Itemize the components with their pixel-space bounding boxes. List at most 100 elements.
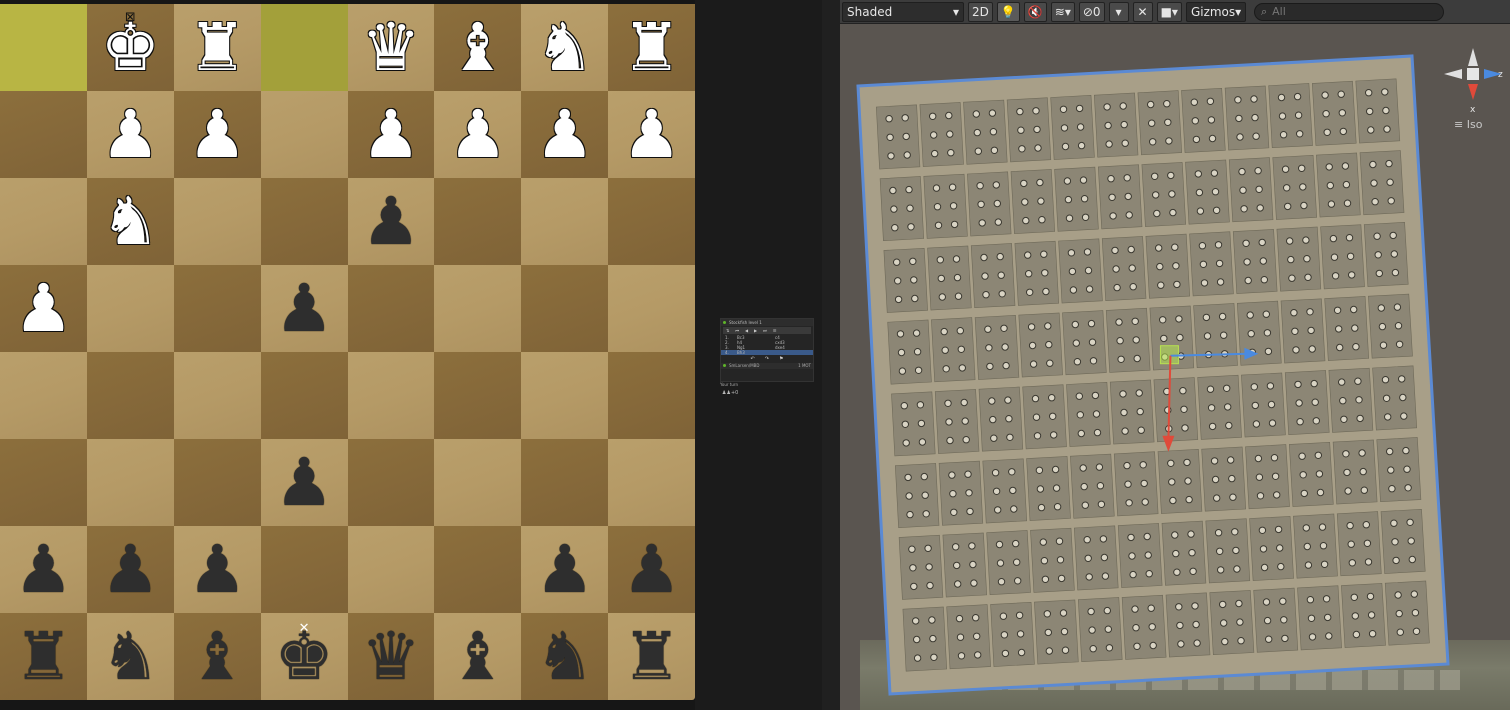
scene-piece[interactable] — [1242, 239, 1250, 248]
scene-piece[interactable] — [1371, 198, 1379, 206]
scene-piece[interactable] — [1254, 167, 1262, 175]
board-square[interactable]: ♜ — [0, 613, 87, 700]
scene-piece[interactable] — [1324, 613, 1332, 622]
scene-tile[interactable] — [1073, 525, 1119, 591]
scene-piece[interactable] — [1252, 420, 1261, 428]
scene-piece[interactable] — [1251, 113, 1259, 122]
scene-piece[interactable] — [901, 114, 909, 122]
scene-piece[interactable] — [930, 653, 938, 661]
scene-piece[interactable] — [1072, 339, 1081, 347]
scene-piece[interactable] — [1172, 262, 1180, 270]
scene-piece[interactable] — [1001, 649, 1010, 658]
scene-piece[interactable] — [1147, 100, 1155, 109]
white-rook-icon[interactable]: ♜ — [188, 14, 247, 81]
scene-piece[interactable] — [1041, 269, 1049, 277]
scene-tile[interactable] — [1193, 303, 1238, 369]
scene-piece[interactable] — [1360, 486, 1368, 494]
board-square[interactable]: ♟ — [260, 439, 348, 526]
scene-piece[interactable] — [1069, 286, 1078, 294]
scene-piece[interactable] — [982, 291, 990, 299]
scene-piece[interactable] — [1363, 539, 1372, 547]
scene-piece[interactable] — [909, 564, 917, 572]
scene-piece[interactable] — [1036, 178, 1044, 187]
scene-tile[interactable] — [891, 391, 936, 457]
board-square[interactable] — [260, 4, 348, 91]
scene-tile[interactable] — [1066, 381, 1111, 447]
scene-piece[interactable] — [1281, 165, 1290, 173]
scene-piece[interactable] — [1000, 324, 1008, 332]
scene-tile[interactable] — [990, 601, 1035, 667]
scene-piece[interactable] — [912, 617, 920, 625]
scene-piece[interactable] — [1236, 133, 1244, 141]
board-square[interactable]: ♞ — [86, 178, 174, 265]
board-square[interactable]: ♟ — [86, 91, 174, 178]
scene-piece[interactable] — [1210, 457, 1219, 465]
board-square[interactable]: ♜ — [173, 4, 261, 91]
black-pawn-icon[interactable]: ♟ — [274, 275, 333, 342]
scene-tile[interactable] — [1014, 240, 1060, 306]
scene-piece[interactable] — [1188, 549, 1196, 557]
scene-piece[interactable] — [1243, 258, 1251, 266]
scene-piece[interactable] — [1036, 485, 1045, 493]
scene-piece[interactable] — [1238, 167, 1246, 176]
scene-piece[interactable] — [1244, 276, 1252, 285]
scene-piece[interactable] — [1342, 450, 1350, 458]
scene-piece[interactable] — [1144, 551, 1152, 559]
scene-piece[interactable] — [1179, 387, 1187, 395]
white-pawn-icon[interactable]: ♟ — [14, 275, 73, 342]
scene-piece[interactable] — [1315, 470, 1324, 478]
scene-piece[interactable] — [1132, 336, 1140, 344]
scene-piece[interactable] — [1043, 610, 1052, 618]
scene-piece[interactable] — [1089, 645, 1097, 653]
scene-piece[interactable] — [1077, 429, 1086, 438]
scene-piece[interactable] — [1021, 198, 1029, 206]
scene-piece[interactable] — [1115, 318, 1123, 326]
scene-piece[interactable] — [955, 614, 964, 623]
scene-tile[interactable] — [938, 460, 984, 526]
scene-piece[interactable] — [1040, 557, 1049, 565]
scene-tile[interactable] — [1372, 365, 1418, 431]
scene-piece[interactable] — [1175, 315, 1183, 323]
scene-piece[interactable] — [1120, 120, 1128, 129]
scene-piece[interactable] — [1206, 97, 1215, 106]
scene-piece[interactable] — [994, 218, 1003, 226]
scene-piece[interactable] — [1131, 317, 1139, 325]
scene-piece[interactable] — [1042, 287, 1050, 296]
black-pawn-icon[interactable]: ♟ — [535, 536, 594, 603]
flag-icon[interactable]: ⚑ — [779, 355, 783, 363]
scene-piece[interactable] — [1060, 627, 1069, 636]
scene-tile[interactable] — [1276, 226, 1322, 292]
scene-piece[interactable] — [1077, 141, 1086, 150]
scene-piece[interactable] — [1039, 538, 1048, 546]
scene-piece[interactable] — [1412, 627, 1421, 635]
scene-piece[interactable] — [1149, 641, 1157, 650]
board-square[interactable]: ♟ — [260, 265, 348, 352]
scene-piece[interactable] — [1393, 303, 1402, 311]
scene-piece[interactable] — [1254, 454, 1263, 463]
scene-piece[interactable] — [1300, 489, 1308, 498]
scene-piece[interactable] — [1366, 592, 1375, 601]
board-square[interactable] — [260, 526, 348, 613]
scene-piece[interactable] — [1033, 432, 1042, 440]
scene-piece[interactable] — [1045, 340, 1053, 349]
scene-piece[interactable] — [1224, 403, 1232, 411]
scene-piece[interactable] — [894, 295, 903, 304]
board-square[interactable] — [260, 91, 348, 178]
scene-piece[interactable] — [1133, 354, 1141, 363]
scene-tile[interactable] — [1054, 166, 1099, 232]
scene-piece[interactable] — [1198, 242, 1207, 250]
white-pawn-icon[interactable]: ♟ — [101, 101, 160, 168]
first-move-icon[interactable]: ⏮ — [735, 327, 739, 334]
scene-piece[interactable] — [1171, 531, 1179, 539]
scene-piece[interactable] — [1411, 609, 1420, 617]
scene-piece[interactable] — [1235, 114, 1243, 123]
scene-piece[interactable] — [1124, 480, 1132, 488]
scene-piece[interactable] — [1140, 479, 1148, 488]
scene-piece[interactable] — [1132, 624, 1140, 632]
scene-piece[interactable] — [940, 327, 948, 336]
scene-piece[interactable] — [1119, 390, 1127, 398]
scene-piece[interactable] — [1100, 553, 1109, 562]
scene-piece[interactable] — [1192, 620, 1200, 629]
scene-piece[interactable] — [1228, 474, 1236, 483]
scene-piece[interactable] — [1128, 264, 1136, 272]
